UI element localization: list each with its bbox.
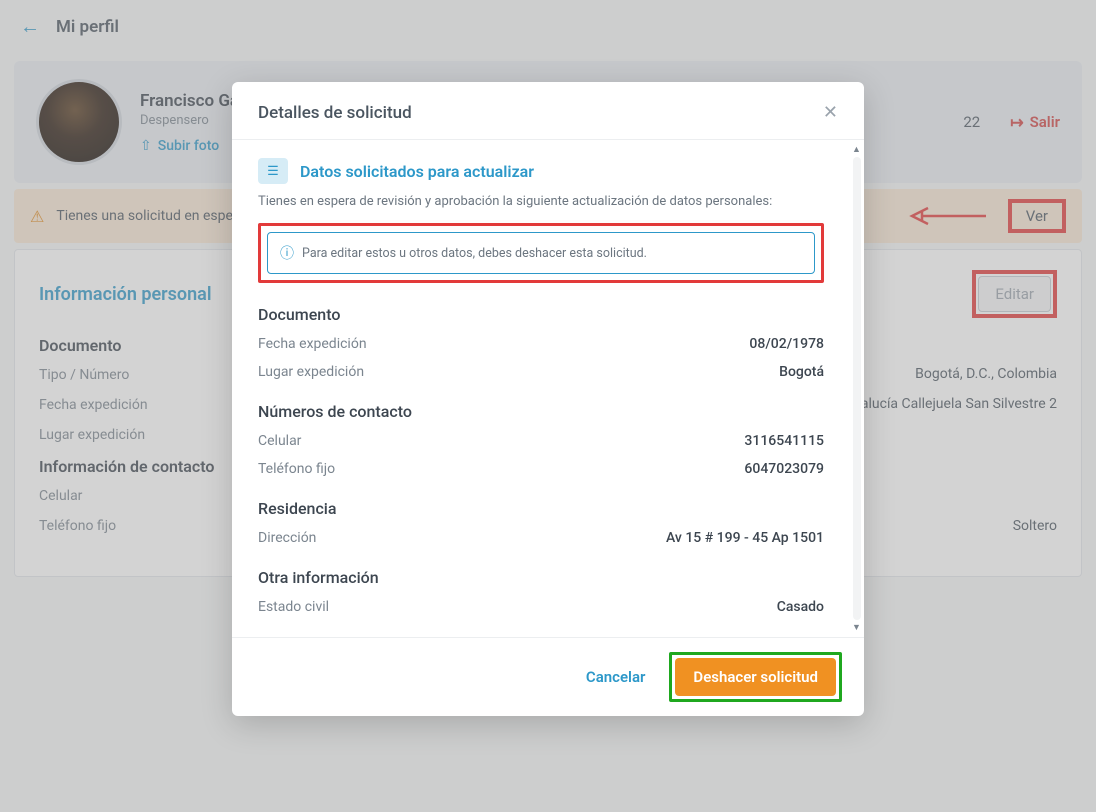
scroll-down-icon[interactable]: ▼ (852, 622, 861, 633)
modal-doc-group: Documento Fecha expedición 08/02/1978 Lu… (258, 305, 824, 380)
modal-marital-label: Estado civil (258, 599, 329, 615)
scrollbar[interactable]: ▲ ▼ (850, 140, 864, 637)
modal-doc-lugar-row: Lugar expedición Bogotá (258, 364, 824, 380)
modal-title: Detalles de solicitud (258, 103, 412, 123)
modal-footer: Cancelar Deshacer solicitud (232, 637, 864, 716)
scroll-up-icon[interactable]: ▲ (852, 144, 861, 155)
info-box: ⓘ Para editar estos u otros datos, debes… (267, 232, 815, 274)
section-description: Tienes en espera de revisión y aprobació… (258, 194, 824, 209)
info-annotation: ⓘ Para editar estos u otros datos, debes… (258, 223, 824, 283)
info-icon: ⓘ (280, 243, 294, 263)
modal-dir-label: Dirección (258, 530, 316, 546)
modal-res-group: Residencia Dirección Av 15 # 199 - 45 Ap… (258, 499, 824, 546)
section-title: Datos solicitados para actualizar (300, 162, 534, 181)
modal-dir-row: Dirección Av 15 # 199 - 45 Ap 1501 (258, 530, 824, 546)
modal-doc-fecha-label: Fecha expedición (258, 336, 367, 352)
close-icon[interactable]: ✕ (823, 102, 838, 123)
modal-cel-label: Celular (258, 433, 301, 449)
undo-request-button[interactable]: Deshacer solicitud (675, 658, 836, 696)
modal-tel-label: Teléfono fijo (258, 461, 335, 477)
cancel-button[interactable]: Cancelar (580, 658, 652, 696)
modal-header: Detalles de solicitud ✕ (232, 82, 864, 140)
modal-doc-head: Documento (258, 305, 824, 324)
modal-tel-value: 6047023079 (744, 461, 824, 477)
modal-body-outer: ☰ Datos solicitados para actualizar Tien… (232, 140, 864, 637)
modal-contact-group: Números de contacto Celular 3116541115 T… (258, 402, 824, 477)
list-icon: ☰ (258, 158, 288, 184)
modal-marital-value: Casado (777, 599, 824, 615)
modal-marital-row: Estado civil Casado (258, 599, 824, 615)
modal-cel-row: Celular 3116541115 (258, 433, 824, 449)
modal-doc-fecha-value: 08/02/1978 (749, 336, 824, 352)
modal-doc-fecha-row: Fecha expedición 08/02/1978 (258, 336, 824, 352)
section-header: ☰ Datos solicitados para actualizar (258, 158, 824, 184)
modal-doc-lugar-value: Bogotá (779, 364, 824, 380)
modal-doc-lugar-label: Lugar expedición (258, 364, 364, 380)
modal-tel-row: Teléfono fijo 6047023079 (258, 461, 824, 477)
undo-annotation: Deshacer solicitud (669, 652, 842, 702)
modal-dir-value: Av 15 # 199 - 45 Ap 1501 (666, 530, 824, 546)
modal-contact-head: Números de contacto (258, 402, 824, 421)
info-text: Para editar estos u otros datos, debes d… (302, 246, 647, 261)
request-details-modal: Detalles de solicitud ✕ ☰ Datos solicita… (232, 82, 864, 716)
modal-other-group: Otra información Estado civil Casado (258, 568, 824, 615)
scroll-track[interactable] (853, 157, 861, 620)
modal-res-head: Residencia (258, 499, 824, 518)
modal-cel-value: 3116541115 (744, 433, 824, 449)
modal-other-head: Otra información (258, 568, 824, 587)
modal-body: ☰ Datos solicitados para actualizar Tien… (232, 140, 850, 637)
